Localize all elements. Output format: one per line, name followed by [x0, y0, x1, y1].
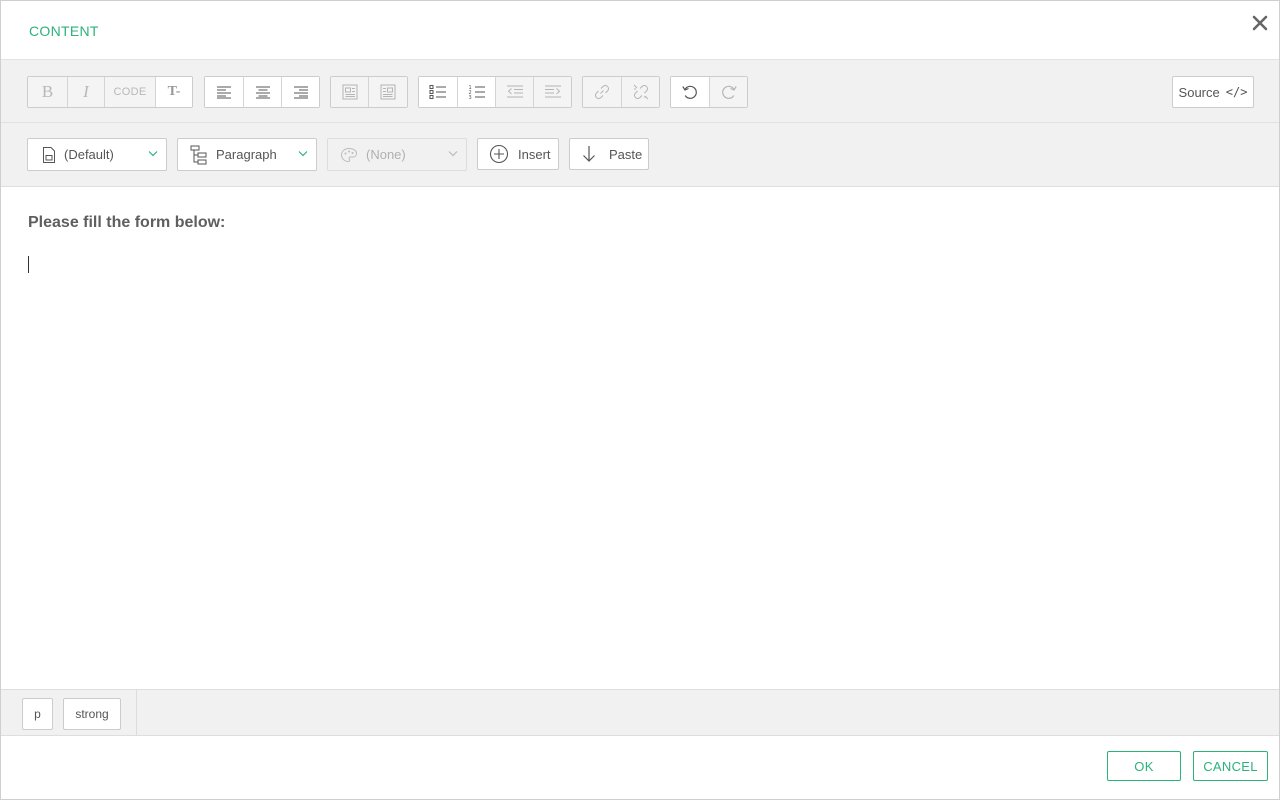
bold-icon: B: [41, 82, 54, 101]
numbered-list-icon: 1 2 3: [468, 85, 485, 100]
block-toolbar: (Default) Paragraph (None) Insert Paste: [1, 123, 1279, 187]
italic-icon: I: [83, 82, 89, 101]
undo-button[interactable]: [671, 77, 710, 107]
class-value: (None): [366, 147, 406, 162]
block-left-button[interactable]: [331, 77, 369, 107]
align-left-button[interactable]: [205, 77, 244, 107]
close-icon: [1252, 15, 1268, 31]
dialog-footer: OK CANCEL: [1, 736, 1279, 799]
clear-format-button[interactable]: T-: [156, 77, 192, 107]
redo-button[interactable]: [710, 77, 747, 107]
block-left-icon: [342, 84, 357, 100]
bulleted-list-button[interactable]: [419, 77, 458, 107]
plus-circle-icon: [489, 144, 509, 164]
formatting-toolbar: B I CODE T- 1 2 3 Source </>: [1, 60, 1279, 123]
source-code-icon: </>: [1225, 85, 1248, 99]
numbered-list-button[interactable]: 1 2 3: [458, 77, 496, 107]
insert-button[interactable]: Insert: [477, 138, 559, 170]
align-right-button[interactable]: [282, 77, 319, 107]
block-layout-group: [330, 76, 408, 108]
clear-format-icon: T-: [167, 84, 181, 99]
link-icon: [594, 84, 610, 100]
alignment-group: [204, 76, 320, 108]
content-dialog: CONTENT B I CODE T- 1 2 3 Source </> (De…: [0, 0, 1280, 800]
path-separator: [136, 690, 137, 736]
block-right-button[interactable]: [369, 77, 407, 107]
redo-icon: [721, 85, 737, 99]
chevron-down-icon: [448, 151, 458, 157]
unlink-button[interactable]: [622, 77, 659, 107]
italic-button[interactable]: I: [68, 77, 105, 107]
editor-heading-text: Please fill the form below:: [28, 214, 226, 231]
block-right-icon: [380, 84, 396, 100]
chevron-down-icon: [148, 151, 158, 157]
history-group: [670, 76, 748, 108]
path-crumb-p[interactable]: p: [22, 698, 53, 730]
block-format-value: Paragraph: [216, 147, 277, 162]
path-crumb-strong[interactable]: strong: [63, 698, 121, 730]
indent-button[interactable]: [534, 77, 571, 107]
source-button[interactable]: Source </>: [1172, 76, 1254, 108]
style-dropdown[interactable]: (Default): [27, 138, 167, 171]
indent-icon: [544, 85, 561, 98]
close-button[interactable]: [1249, 12, 1271, 34]
outdent-icon: [506, 85, 523, 98]
link-button[interactable]: [583, 77, 622, 107]
palette-icon: [340, 147, 358, 162]
editor-content-area[interactable]: Please fill the form below:: [1, 187, 1279, 689]
bold-button[interactable]: B: [28, 77, 68, 107]
style-value: (Default): [64, 147, 114, 162]
outdent-button[interactable]: [496, 77, 534, 107]
unlink-icon: [633, 84, 648, 100]
svg-text:3: 3: [468, 95, 471, 100]
paragraph-tree-icon: [190, 145, 207, 164]
link-group: [582, 76, 660, 108]
document-icon: [43, 146, 55, 163]
cancel-button[interactable]: CANCEL: [1193, 751, 1268, 781]
list-group: 1 2 3: [418, 76, 572, 108]
arrow-down-icon: [583, 146, 595, 162]
source-label: Source: [1178, 84, 1220, 100]
align-left-icon: [217, 86, 231, 99]
undo-icon: [682, 85, 697, 99]
insert-label: Insert: [518, 146, 551, 162]
paste-button[interactable]: Paste: [569, 138, 649, 170]
class-dropdown[interactable]: (None): [327, 138, 467, 171]
text-cursor: [28, 256, 29, 273]
align-center-button[interactable]: [244, 77, 282, 107]
ok-button[interactable]: OK: [1107, 751, 1181, 781]
block-format-dropdown[interactable]: Paragraph: [177, 138, 317, 171]
bulleted-list-icon: [429, 85, 446, 99]
align-right-icon: [293, 86, 308, 99]
dialog-title: CONTENT: [29, 23, 99, 39]
text-style-group: B I CODE T-: [27, 76, 193, 108]
code-button[interactable]: CODE: [105, 77, 156, 107]
align-center-icon: [255, 86, 270, 99]
paste-label: Paste: [609, 146, 643, 162]
code-label: CODE: [113, 86, 147, 98]
element-path-bar: p strong: [1, 689, 1279, 736]
chevron-down-icon: [298, 151, 308, 157]
dialog-header: CONTENT: [1, 1, 1279, 60]
